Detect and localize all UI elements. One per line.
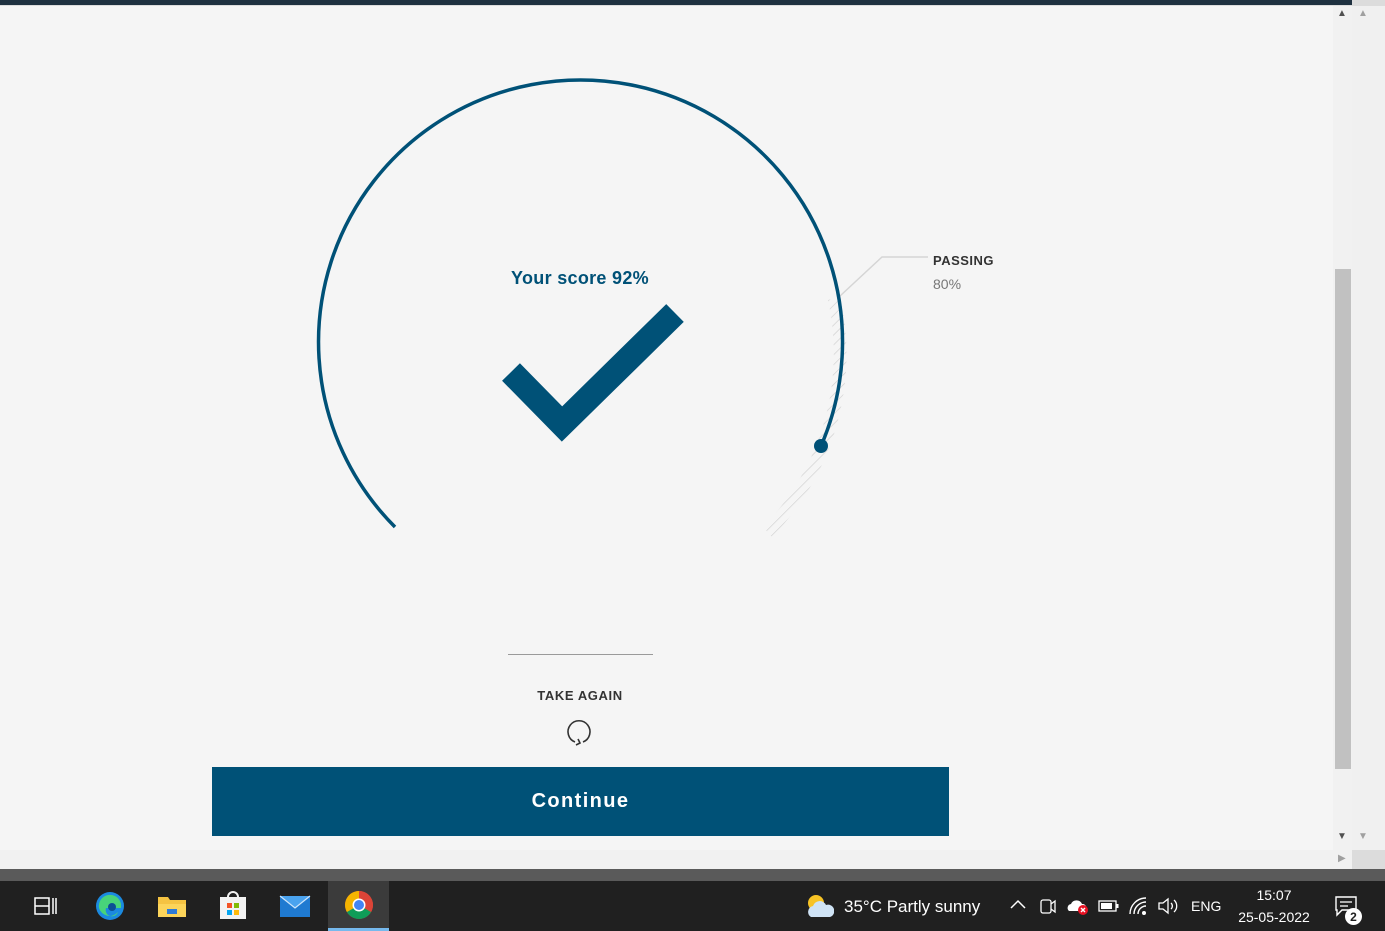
- scroll-down-arrow[interactable]: ▼: [1337, 832, 1347, 842]
- score-arc: [316, 78, 845, 529]
- outer-scroll-down-arrow[interactable]: ▼: [1358, 832, 1368, 842]
- store-icon[interactable]: [207, 881, 259, 931]
- wifi-icon[interactable]: [1128, 896, 1150, 916]
- horizontal-scrollbar[interactable]: [0, 850, 1352, 869]
- chevron-up-icon[interactable]: [1009, 898, 1027, 910]
- mail-icon[interactable]: [269, 881, 321, 931]
- passing-title: PASSING: [933, 253, 995, 268]
- battery-icon[interactable]: [1098, 899, 1120, 913]
- notification-count-badge: 2: [1345, 908, 1362, 925]
- take-again-button[interactable]: TAKE AGAIN: [480, 688, 680, 703]
- scroll-right-arrow[interactable]: ▶: [1338, 854, 1346, 864]
- score-label: Your score 92%: [511, 268, 649, 288]
- continue-button[interactable]: Continue: [212, 767, 949, 836]
- chrome-icon[interactable]: [328, 881, 389, 931]
- retry-icon[interactable]: [566, 716, 594, 746]
- clock-time[interactable]: 15:07: [1246, 887, 1302, 903]
- passing-value: 80%: [933, 276, 962, 292]
- quiz-result-panel: Your score 92% PASSING 80% TAKE AGAIN Co…: [0, 6, 1333, 850]
- passing-zone-hatch: [763, 296, 847, 537]
- window-bottom-border: [0, 869, 1385, 881]
- outer-scroll-up-arrow[interactable]: ▲: [1358, 9, 1368, 19]
- header-strip: [0, 0, 1352, 5]
- weather-text[interactable]: 35°C Partly sunny: [844, 897, 980, 917]
- volume-icon[interactable]: [1157, 896, 1179, 916]
- onedrive-error-icon[interactable]: [1066, 896, 1090, 916]
- passing-leader-line: [839, 256, 928, 297]
- scroll-up-arrow[interactable]: ▲: [1337, 9, 1347, 19]
- vertical-scrollbar-thumb[interactable]: [1335, 269, 1351, 769]
- taskbar: 35°C Partly sunny ENG 15:07 25-05-2022 2: [0, 881, 1385, 931]
- meet-now-icon[interactable]: [1039, 896, 1057, 916]
- score-gauge: [316, 78, 928, 537]
- partly-sunny-icon[interactable]: [804, 892, 834, 920]
- divider: [508, 654, 653, 655]
- language-indicator[interactable]: ENG: [1191, 898, 1221, 914]
- file-explorer-icon[interactable]: [146, 881, 198, 931]
- scrollbar-corner: [1352, 850, 1385, 869]
- clock-date[interactable]: 25-05-2022: [1230, 909, 1318, 925]
- outer-scrollbar[interactable]: [1352, 6, 1385, 850]
- score-marker: [814, 439, 828, 453]
- edge-icon[interactable]: [84, 881, 136, 931]
- task-view-icon[interactable]: [20, 881, 72, 931]
- check-mark-icon: [502, 304, 684, 442]
